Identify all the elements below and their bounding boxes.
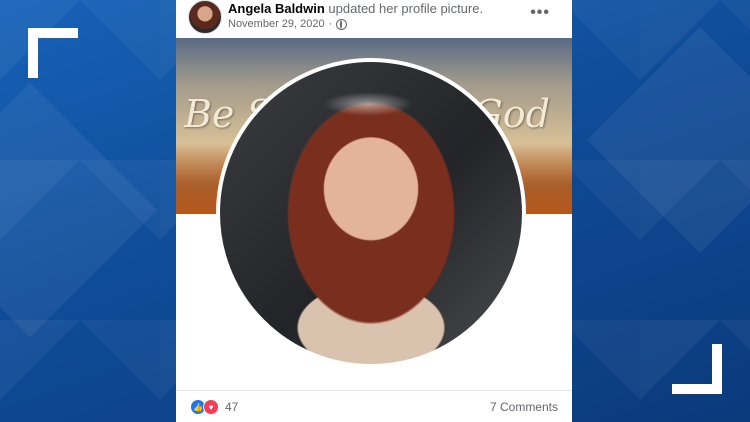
reaction-count[interactable]: 47 (225, 400, 238, 414)
photo-highlight (322, 92, 414, 117)
post-action: updated her profile picture. (328, 1, 484, 16)
post-footer: 👍 ♥ 47 7 Comments (176, 390, 572, 422)
post-header: Angela Baldwin updated her profile pictu… (176, 0, 572, 38)
globe-icon (336, 18, 348, 30)
love-icon: ♥ (203, 399, 219, 415)
author-name[interactable]: Angela Baldwin (228, 1, 325, 16)
corner-bracket-top-left (28, 28, 78, 78)
comments-count[interactable]: 7 Comments (490, 400, 558, 414)
background-shape (0, 82, 158, 338)
reactions[interactable]: 👍 ♥ 47 (190, 399, 238, 415)
more-options-icon[interactable]: ••• (530, 4, 550, 22)
facebook-post-card: Angela Baldwin updated her profile pictu… (176, 0, 572, 422)
corner-bracket-bottom-right (672, 344, 722, 394)
background-shape (586, 26, 750, 254)
post-meta: November 29, 2020 · (228, 18, 348, 30)
profile-photo[interactable] (216, 58, 526, 368)
post-date[interactable]: November 29, 2020 (228, 18, 325, 30)
author-line: Angela Baldwin updated her profile pictu… (228, 1, 483, 16)
author-avatar[interactable] (188, 0, 222, 34)
